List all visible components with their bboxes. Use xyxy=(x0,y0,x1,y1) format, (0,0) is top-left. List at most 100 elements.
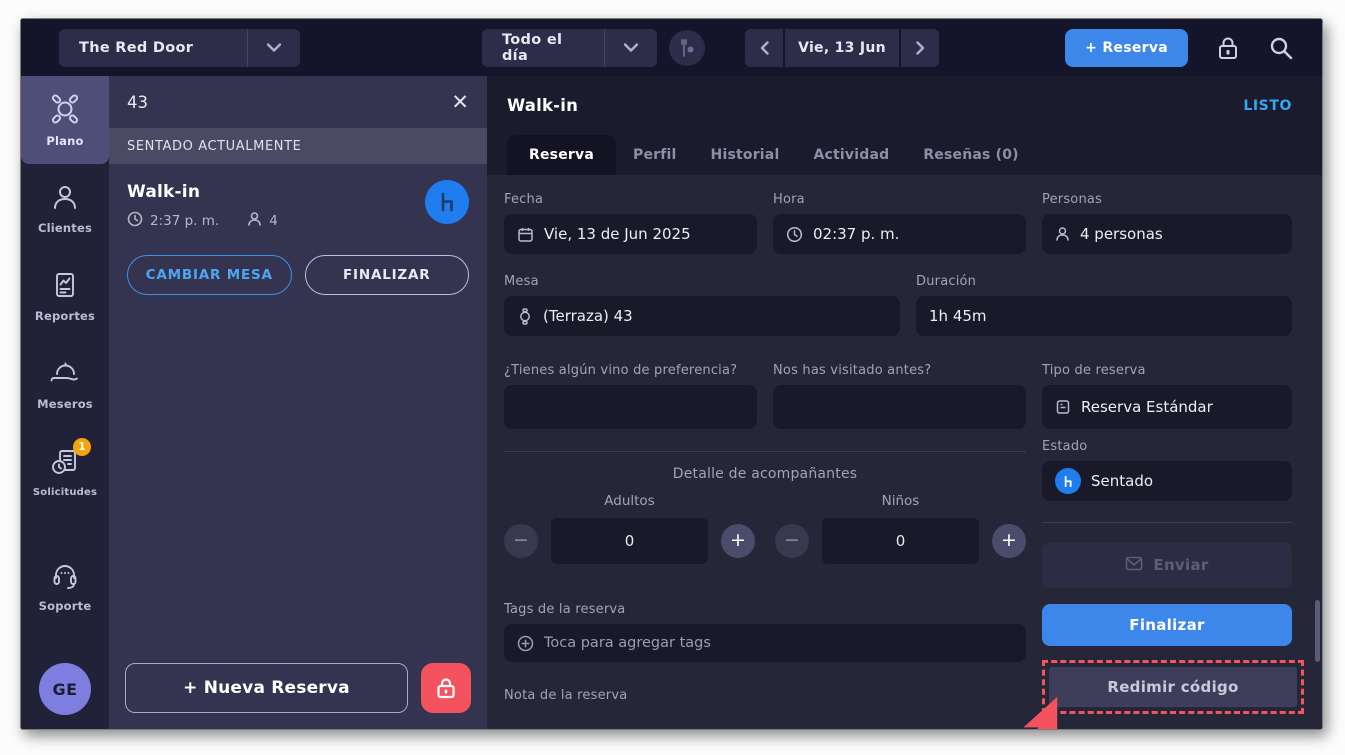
tab-reserva[interactable]: Reserva xyxy=(507,135,616,175)
time-field[interactable]: 02:37 p. m. xyxy=(773,214,1026,254)
sidebar-item-clientes[interactable]: Clientes xyxy=(21,164,109,252)
tab-perfil[interactable]: Perfil xyxy=(616,135,694,175)
tags-field[interactable]: Toca para agregar tags xyxy=(504,624,1026,662)
children-stepper: Niños − 0 + xyxy=(775,493,1026,564)
chevron-down-icon[interactable] xyxy=(605,29,657,67)
lock-toggle-button[interactable] xyxy=(421,663,471,713)
search-bar[interactable]: 43 ✕ xyxy=(109,76,487,128)
plus-circle-icon xyxy=(517,635,534,652)
sidebar-item-label: Meseros xyxy=(37,396,93,411)
redeem-code-button[interactable]: Redimir código xyxy=(1049,667,1297,707)
wine-preference-field[interactable] xyxy=(504,385,757,429)
field-value: Sentado xyxy=(1091,472,1154,490)
field-visitado: Nos has visitado antes? xyxy=(773,363,1026,429)
field-tipo: Tipo de reserva Reserva Estándar xyxy=(1042,363,1292,429)
companions-title: Detalle de acompañantes xyxy=(672,466,858,482)
finish-button[interactable]: FINALIZAR xyxy=(304,255,469,295)
seated-status-icon xyxy=(425,180,469,224)
children-increment-button[interactable]: + xyxy=(992,524,1026,558)
envelope-icon xyxy=(1125,556,1143,575)
table-field[interactable]: (Terraza) 43 xyxy=(504,296,900,336)
table-icon xyxy=(517,307,533,325)
estado-field[interactable]: Sentado xyxy=(1042,461,1292,501)
field-label: Duración xyxy=(916,274,977,289)
close-icon[interactable]: ✕ xyxy=(451,91,469,113)
chevron-down-icon[interactable] xyxy=(248,29,300,67)
shift-name: Todo el día xyxy=(502,31,563,64)
scrollbar-thumb[interactable] xyxy=(1315,600,1320,662)
shift-selector[interactable]: Todo el día xyxy=(482,28,657,67)
main-sidebar: Plano Clientes Reportes Meseros 1 Solici… xyxy=(21,76,109,729)
lock-icon[interactable] xyxy=(1215,35,1241,61)
field-label: Personas xyxy=(1042,192,1103,207)
sidebar-item-soporte[interactable]: Soporte xyxy=(21,542,109,630)
current-date[interactable]: Vie, 13 Jun xyxy=(785,28,899,67)
note-label: Nota de la reserva xyxy=(504,688,628,703)
reservation-type-field[interactable]: Reserva Estándar xyxy=(1042,385,1292,429)
date-field[interactable]: Vie, 13 de Jun 2025 xyxy=(504,214,757,254)
field-vino: ¿Tienes algún vino de preferencia? xyxy=(504,363,757,429)
change-table-button[interactable]: CAMBIAR MESA xyxy=(127,255,292,295)
children-label: Niños xyxy=(881,493,920,509)
section-header-seated: SENTADO ACTUALMENTE xyxy=(109,128,487,164)
headset-icon xyxy=(49,560,81,590)
adults-stepper: Adultos − 0 + xyxy=(504,493,755,564)
field-label: Nos has visitado antes? xyxy=(773,363,932,378)
field-value: 02:37 p. m. xyxy=(813,225,900,243)
children-decrement-button[interactable]: − xyxy=(775,524,809,558)
reservation-detail-panel: Walk-in LISTO Reserva Perfil Historial A… xyxy=(487,76,1322,729)
list-bottom-bar: + Nueva Reserva xyxy=(109,648,487,729)
sidebar-item-plano[interactable]: Plano xyxy=(21,76,109,164)
visited-before-field[interactable] xyxy=(773,385,1026,429)
field-fecha: Fecha Vie, 13 de Jun 2025 xyxy=(504,192,757,254)
adults-label: Adultos xyxy=(604,493,655,509)
sidebar-item-solicitudes[interactable]: 1 Solicitudes xyxy=(21,428,109,516)
reservation-type-icon xyxy=(1055,399,1071,415)
search-icon[interactable] xyxy=(1268,35,1294,61)
reservation-card-meta: 2:37 p. m. 4 xyxy=(127,211,469,231)
detail-title: Walk-in xyxy=(507,96,579,115)
previous-day-button[interactable] xyxy=(745,28,783,67)
search-input[interactable]: 43 xyxy=(127,93,148,112)
detail-header: Walk-in LISTO Reserva Perfil Historial A… xyxy=(487,76,1322,175)
sidebar-item-reportes[interactable]: Reportes xyxy=(21,252,109,340)
waiter-cloche-icon xyxy=(49,358,81,388)
clock-icon xyxy=(127,211,143,231)
tab-actividad[interactable]: Actividad xyxy=(796,135,906,175)
tab-resenas[interactable]: Reseñas (0) xyxy=(906,135,1035,175)
send-label: Enviar xyxy=(1153,556,1209,574)
adults-increment-button[interactable]: + xyxy=(721,524,755,558)
field-label: ¿Tienes algún vino de preferencia? xyxy=(504,363,738,378)
divider xyxy=(504,451,1026,452)
reservation-guests: 4 xyxy=(269,213,278,229)
person-icon xyxy=(247,211,262,231)
requests-icon: 1 xyxy=(49,438,91,478)
date-navigation: Vie, 13 Jun xyxy=(745,28,939,67)
venue-selector[interactable]: The Red Door xyxy=(59,28,300,67)
user-avatar[interactable]: GE xyxy=(39,663,91,715)
field-value: 4 personas xyxy=(1080,225,1163,243)
new-reservation-list-button[interactable]: + Nueva Reserva xyxy=(125,663,408,713)
send-button[interactable]: Enviar xyxy=(1042,542,1292,588)
reservation-card-title: Walk-in xyxy=(127,182,201,202)
sidebar-item-meseros[interactable]: Meseros xyxy=(21,340,109,428)
reservation-card[interactable]: Walk-in 2:37 p. m. 4 CAMBIAR MESA FINALI… xyxy=(109,164,487,313)
reservation-list-panel: 43 ✕ SENTADO ACTUALMENTE Walk-in 2:37 p.… xyxy=(109,76,487,729)
redeem-highlight-annotation: Redimir código xyxy=(1023,660,1304,729)
sidebar-item-label: Reportes xyxy=(34,308,96,323)
guests-field[interactable]: 4 personas xyxy=(1042,214,1292,254)
next-day-button[interactable] xyxy=(901,28,939,67)
tab-historial[interactable]: Historial xyxy=(694,135,797,175)
field-value: (Terraza) 43 xyxy=(543,307,633,325)
finalize-button[interactable]: Finalizar xyxy=(1042,604,1292,646)
duration-field[interactable]: 1h 45m xyxy=(916,296,1292,336)
estado-label: Estado xyxy=(1042,439,1088,454)
calendar-icon xyxy=(517,226,534,243)
sidebar-item-label: Solicitudes xyxy=(32,487,98,498)
top-bar: The Red Door Todo el día Vie, 13 Jun + R… xyxy=(21,19,1322,76)
field-label: Fecha xyxy=(504,192,544,207)
field-personas: Personas 4 personas xyxy=(1042,192,1292,254)
new-reservation-button[interactable]: + Reserva xyxy=(1065,28,1188,67)
notification-badge: 1 xyxy=(73,438,91,456)
adults-decrement-button[interactable]: − xyxy=(504,524,538,558)
